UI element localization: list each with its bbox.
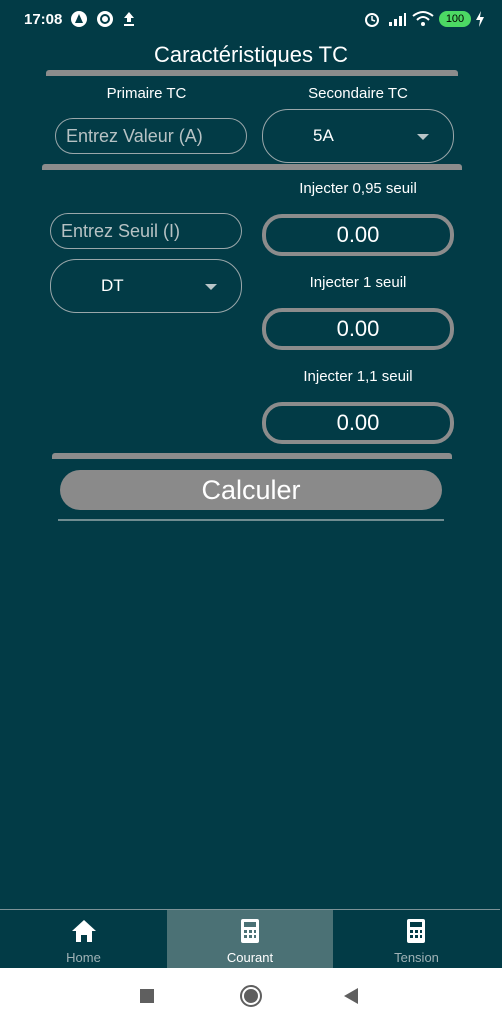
injection-value-11: 0.00 bbox=[262, 402, 454, 444]
primaire-label: Primaire TC bbox=[106, 85, 187, 102]
injection-value-1: 0.00 bbox=[262, 308, 454, 350]
calculator-icon bbox=[241, 919, 259, 943]
home-circle-icon[interactable] bbox=[239, 984, 263, 1008]
chevron-down-icon bbox=[205, 284, 217, 290]
system-navigation-bar bbox=[0, 968, 502, 1025]
primaire-input[interactable]: Entrez Valeur (A) bbox=[55, 118, 247, 154]
recents-icon[interactable] bbox=[139, 988, 155, 1004]
calculator-icon bbox=[407, 919, 425, 943]
secondaire-dropdown[interactable]: 5A bbox=[262, 109, 454, 163]
divider bbox=[46, 70, 458, 76]
nav-label-home: Home bbox=[66, 950, 101, 965]
status-bar: 17:08 100 bbox=[0, 0, 502, 40]
secondaire-label: Secondaire TC bbox=[308, 85, 408, 102]
battery-indicator: 100 bbox=[439, 11, 471, 27]
app-screen: 17:08 100 Caractéristiques TC Primaire T… bbox=[0, 0, 502, 968]
bottom-navigation: Home Courant Tension bbox=[0, 909, 500, 968]
injection-label-11: Injecter 1,1 seuil bbox=[303, 368, 413, 385]
divider bbox=[58, 519, 444, 521]
injection-label-095: Injecter 0,95 seuil bbox=[299, 180, 417, 197]
nav-item-home[interactable]: Home bbox=[0, 910, 167, 968]
divider bbox=[52, 453, 452, 459]
upload-icon bbox=[124, 12, 134, 26]
sync-icon bbox=[97, 11, 113, 27]
back-icon[interactable] bbox=[343, 987, 359, 1005]
nav-label-tension: Tension bbox=[394, 950, 439, 965]
divider bbox=[42, 164, 462, 170]
injection-label-1: Injecter 1 seuil bbox=[309, 274, 407, 291]
injection-value-095: 0.00 bbox=[262, 214, 454, 256]
charging-icon bbox=[476, 11, 484, 27]
nav-item-courant[interactable]: Courant bbox=[167, 910, 333, 968]
alarm-icon bbox=[365, 13, 379, 27]
home-icon bbox=[72, 920, 96, 942]
nav-item-tension[interactable]: Tension bbox=[333, 910, 500, 968]
mode-dropdown[interactable]: DT bbox=[50, 259, 242, 313]
status-time: 17:08 bbox=[24, 11, 63, 28]
mode-selected: DT bbox=[101, 276, 124, 295]
calculer-button[interactable]: Calculer bbox=[60, 470, 442, 510]
wifi-icon bbox=[412, 11, 434, 26]
page-title: Caractéristiques TC bbox=[154, 42, 348, 67]
secondaire-selected: 5A bbox=[313, 126, 334, 145]
signal-icon bbox=[389, 13, 406, 26]
chevron-down-icon bbox=[417, 134, 429, 140]
app-notification-icon bbox=[71, 11, 87, 27]
nav-label-courant: Courant bbox=[226, 950, 274, 965]
seuil-input[interactable]: Entrez Seuil (I) bbox=[50, 213, 242, 249]
